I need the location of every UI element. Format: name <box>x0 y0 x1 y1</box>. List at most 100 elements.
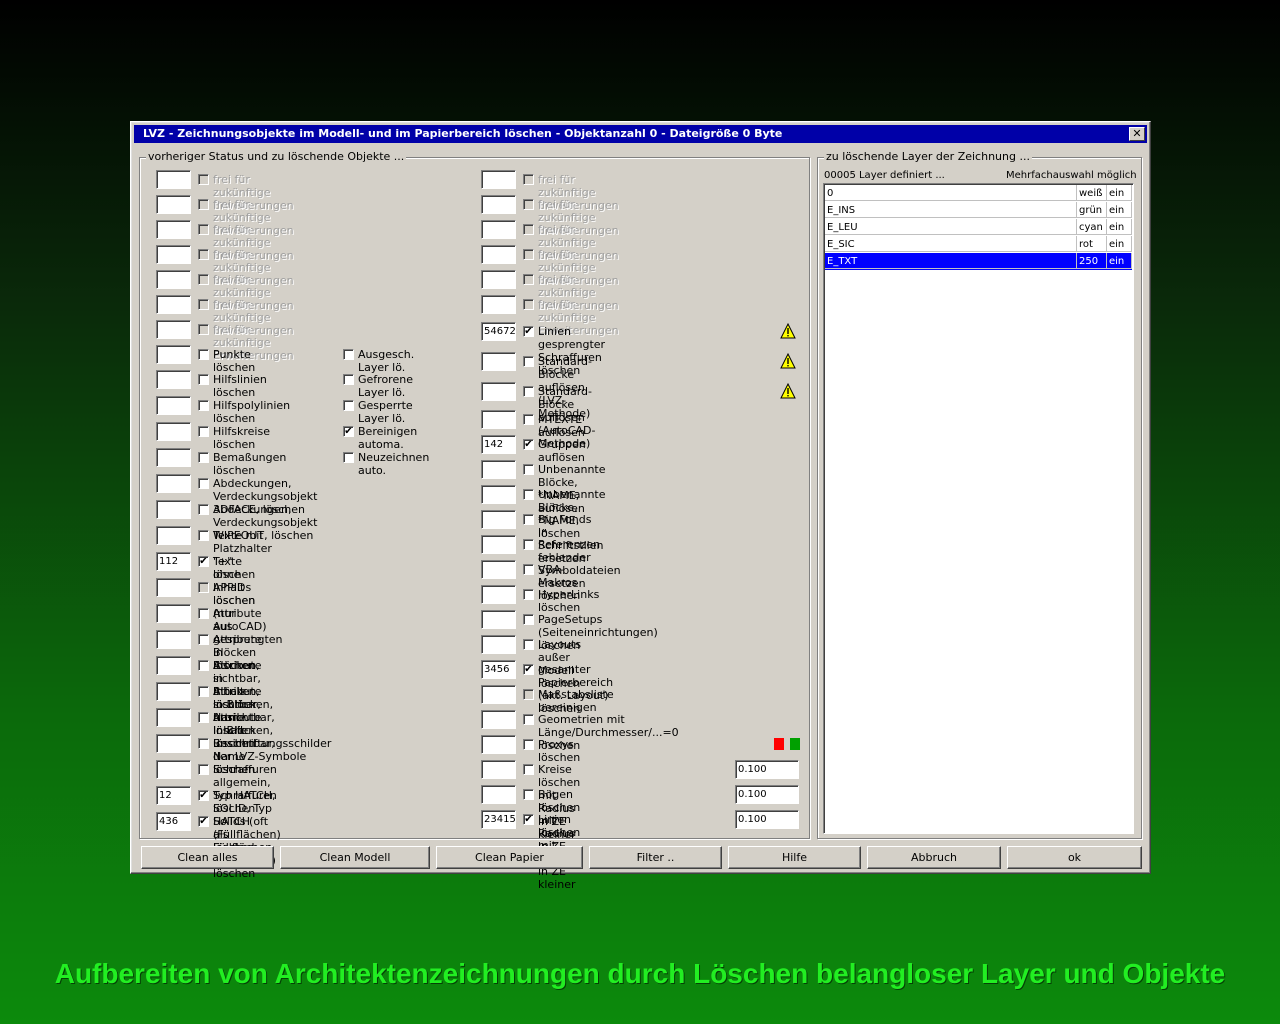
option-checkbox[interactable]: ✔ <box>198 556 209 567</box>
count-field[interactable] <box>481 220 516 239</box>
count-field[interactable] <box>156 170 191 189</box>
option-checkbox[interactable] <box>523 356 534 367</box>
count-field[interactable] <box>156 295 191 314</box>
option-checkbox[interactable] <box>198 174 209 185</box>
option-checkbox[interactable] <box>198 324 209 335</box>
count-field[interactable] <box>156 708 191 727</box>
count-field[interactable] <box>156 320 191 339</box>
option-checkbox[interactable] <box>523 414 534 425</box>
count-field[interactable] <box>481 460 516 479</box>
count-field[interactable] <box>156 370 191 389</box>
count-field[interactable] <box>156 578 191 597</box>
count-field[interactable] <box>156 245 191 264</box>
layer-option-checkbox[interactable] <box>343 374 354 385</box>
option-checkbox[interactable] <box>523 514 534 525</box>
option-checkbox[interactable] <box>198 224 209 235</box>
count-field[interactable] <box>481 382 516 401</box>
count-field[interactable]: 142 <box>481 435 516 454</box>
count-field[interactable] <box>156 526 191 545</box>
layer-option-checkbox[interactable] <box>343 400 354 411</box>
option-checkbox[interactable] <box>523 249 534 260</box>
option-checkbox[interactable] <box>523 224 534 235</box>
option-checkbox[interactable] <box>198 660 209 671</box>
threshold-field[interactable]: 0.100 <box>735 785 799 804</box>
option-checkbox[interactable] <box>523 689 534 700</box>
layer-row[interactable]: E_LEU cyan ein <box>825 219 1132 236</box>
option-checkbox[interactable] <box>198 530 209 541</box>
layer-option-checkbox[interactable]: ✔ <box>343 426 354 437</box>
option-checkbox[interactable] <box>198 582 209 593</box>
option-checkbox[interactable] <box>523 199 534 210</box>
ok-button[interactable]: ok <box>1007 846 1142 869</box>
help-button[interactable]: Hilfe <box>728 846 861 869</box>
option-checkbox[interactable] <box>523 174 534 185</box>
title-bar[interactable]: LVZ - Zeichnungsobjekte im Modell- und i… <box>134 125 1147 143</box>
count-field[interactable] <box>481 410 516 429</box>
count-field[interactable] <box>156 220 191 239</box>
count-field[interactable]: 12 <box>156 786 191 805</box>
clean-model-button[interactable]: Clean Modell <box>280 846 430 869</box>
option-checkbox[interactable] <box>523 274 534 285</box>
count-field[interactable] <box>481 510 516 529</box>
option-checkbox[interactable] <box>198 686 209 697</box>
option-checkbox[interactable] <box>198 274 209 285</box>
count-field[interactable]: 436 <box>156 812 191 831</box>
layer-row[interactable]: E_TXT 250 ein <box>825 253 1132 270</box>
option-checkbox[interactable] <box>523 464 534 475</box>
count-field[interactable] <box>481 785 516 804</box>
layer-row[interactable]: E_INS grün ein <box>825 202 1132 219</box>
option-checkbox[interactable] <box>198 738 209 749</box>
count-field[interactable] <box>156 396 191 415</box>
count-field[interactable] <box>481 195 516 214</box>
filter-button[interactable]: Filter .. <box>589 846 722 869</box>
count-field[interactable]: 54672 <box>481 322 516 341</box>
count-field[interactable] <box>481 710 516 729</box>
count-field[interactable] <box>156 422 191 441</box>
option-checkbox[interactable] <box>198 764 209 775</box>
close-icon[interactable]: ✕ <box>1129 127 1145 141</box>
option-checkbox[interactable] <box>523 386 534 397</box>
option-checkbox[interactable] <box>523 739 534 750</box>
layer-row[interactable]: 0 weiß ein <box>825 185 1132 202</box>
count-field[interactable] <box>156 500 191 519</box>
option-checkbox[interactable] <box>523 714 534 725</box>
count-field[interactable] <box>156 760 191 779</box>
layer-option-checkbox[interactable] <box>343 349 354 360</box>
option-checkbox[interactable] <box>198 504 209 515</box>
count-field[interactable] <box>481 585 516 604</box>
option-checkbox[interactable]: ✔ <box>523 814 534 825</box>
cancel-button[interactable]: Abbruch <box>867 846 1001 869</box>
count-field[interactable] <box>481 635 516 654</box>
count-field[interactable] <box>156 345 191 364</box>
count-field[interactable] <box>156 656 191 675</box>
option-checkbox[interactable]: ✔ <box>523 664 534 675</box>
count-field[interactable] <box>156 474 191 493</box>
option-checkbox[interactable] <box>523 764 534 775</box>
option-checkbox[interactable] <box>198 199 209 210</box>
count-field[interactable]: 112 <box>156 552 191 571</box>
count-field[interactable] <box>481 685 516 704</box>
option-checkbox[interactable]: ✔ <box>523 326 534 337</box>
count-field[interactable] <box>481 170 516 189</box>
option-checkbox[interactable] <box>198 249 209 260</box>
count-field[interactable] <box>156 270 191 289</box>
option-checkbox[interactable] <box>523 564 534 575</box>
threshold-field[interactable]: 0.100 <box>735 760 799 779</box>
option-checkbox[interactable] <box>198 426 209 437</box>
option-checkbox[interactable]: ✔ <box>198 790 209 801</box>
count-field[interactable] <box>481 560 516 579</box>
option-checkbox[interactable] <box>523 539 534 550</box>
count-field[interactable] <box>481 535 516 554</box>
count-field[interactable] <box>481 760 516 779</box>
clean-paper-button[interactable]: Clean Papier <box>436 846 583 869</box>
option-checkbox[interactable] <box>523 639 534 650</box>
count-field[interactable] <box>156 448 191 467</box>
count-field[interactable] <box>481 735 516 754</box>
option-checkbox[interactable] <box>523 299 534 310</box>
count-field[interactable] <box>481 270 516 289</box>
option-checkbox[interactable] <box>523 789 534 800</box>
option-checkbox[interactable] <box>198 478 209 489</box>
count-field[interactable] <box>481 295 516 314</box>
option-checkbox[interactable]: ✔ <box>523 439 534 450</box>
option-checkbox[interactable] <box>523 589 534 600</box>
